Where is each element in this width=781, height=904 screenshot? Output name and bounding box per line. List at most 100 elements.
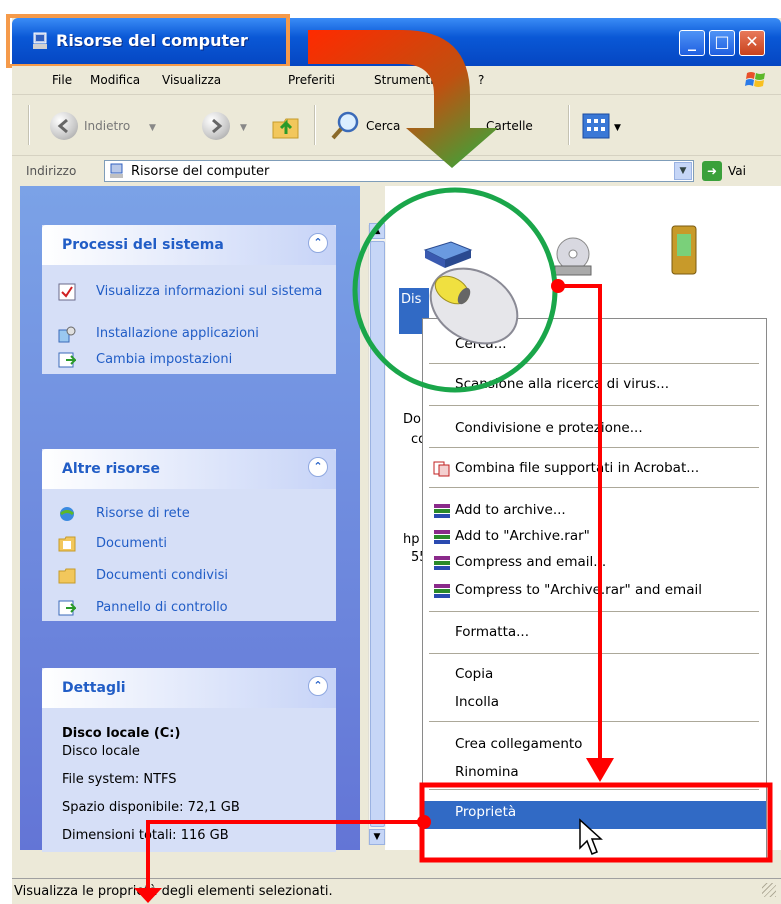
menu-separator	[429, 653, 759, 654]
control-panel-icon	[58, 352, 76, 368]
scroll-up-icon[interactable]: ▲	[369, 223, 385, 239]
details-box: Dettagli ⌃ Disco locale (C:) Disco local…	[42, 668, 336, 852]
ctx-compress-rar-email[interactable]: Compress to "Archive.rar" and email	[423, 579, 766, 603]
details-header[interactable]: Dettagli ⌃	[42, 668, 336, 708]
context-menu: Cerca... Scansione alla ricerca di virus…	[422, 318, 767, 860]
winrar-icon	[434, 530, 450, 544]
scroll-down-icon[interactable]: ▼	[369, 829, 385, 845]
details-title: Dettagli	[62, 680, 126, 696]
ctx-create-shortcut[interactable]: Crea collegamento	[423, 733, 766, 757]
menu-help[interactable]: ?	[478, 73, 484, 87]
computer-small-icon	[110, 163, 123, 178]
collapse-chevron-icon[interactable]: ⌃	[308, 233, 328, 253]
system-tasks-title: Processi del sistema	[62, 237, 224, 253]
menu-separator	[429, 721, 759, 722]
ctx-copy[interactable]: Copia	[423, 663, 766, 687]
address-dropdown-icon[interactable]: ▼	[674, 162, 692, 180]
cursor-arrow-icon	[579, 818, 603, 855]
back-button-label[interactable]: Indietro	[84, 119, 130, 133]
menu-visualizza[interactable]: Visualizza	[162, 73, 221, 87]
windows-logo-icon	[745, 72, 765, 87]
minimize-button[interactable]: _	[679, 30, 705, 56]
details-filesystem: File system: NTFS	[62, 772, 177, 787]
network-icon	[60, 507, 74, 521]
details-free-space: Spazio disponibile: 72,1 GB	[62, 800, 240, 815]
ctx-paste[interactable]: Incolla	[423, 691, 766, 715]
mouse-icon	[429, 267, 519, 345]
menu-bar: File Modifica Visualizza Preferiti Strum…	[12, 66, 781, 95]
resize-grip-icon[interactable]	[762, 883, 776, 897]
cd-drive-icon[interactable]	[551, 234, 595, 278]
title-highlight-box	[6, 14, 290, 68]
task-pane: Processi del sistema ⌃ Visualizza inform…	[20, 186, 360, 852]
search-button-label[interactable]: Cerca	[366, 119, 400, 133]
other-places-box: Altre risorse ⌃ Risorse di rete Document…	[42, 449, 336, 621]
address-value: Risorse del computer	[131, 164, 270, 179]
status-bar: Visualizza le proprietà degli elementi s…	[12, 878, 781, 904]
scrollbar-thumb[interactable]	[370, 241, 385, 827]
selected-item-label: Dis	[401, 292, 422, 307]
menu-strumenti[interactable]: Strumenti	[374, 73, 434, 87]
views-icon[interactable]	[582, 113, 610, 139]
address-label: Indirizzo	[26, 164, 77, 178]
go-button-label[interactable]: Vai	[728, 164, 746, 178]
acrobat-icon	[433, 461, 450, 477]
forward-dropdown-icon[interactable]: ▼	[240, 123, 247, 133]
control-panel-icon	[58, 600, 76, 616]
back-icon[interactable]	[50, 112, 78, 140]
forward-icon[interactable]	[202, 112, 230, 140]
toolbar-separator	[314, 105, 316, 145]
vertical-scrollbar[interactable]: ▲ ▼	[368, 223, 386, 845]
content-partial-label-3: hp	[403, 532, 420, 547]
up-folder-icon[interactable]	[270, 110, 302, 142]
ctx-add-archive-rar[interactable]: Add to "Archive.rar"	[423, 525, 766, 549]
winrar-icon	[434, 584, 450, 598]
mobile-device-icon[interactable]	[669, 222, 699, 278]
go-arrow-icon[interactable]: ➜	[702, 161, 722, 181]
system-info-icon	[58, 283, 76, 301]
toolbar-grip	[28, 105, 30, 145]
details-item-name: Disco locale (C:)	[62, 726, 181, 741]
details-total-size: Dimensioni totali: 116 GB	[62, 828, 229, 843]
collapse-chevron-icon[interactable]: ⌃	[308, 676, 328, 696]
winrar-icon	[434, 556, 450, 570]
winrar-icon	[434, 504, 450, 518]
ctx-acrobat-combine[interactable]: Combina file supportati in Acrobat...	[423, 457, 766, 481]
address-bar: Indirizzo Risorse del computer ▼ ➜ Vai	[12, 156, 781, 186]
documents-folder-icon	[58, 536, 76, 552]
ctx-add-archive[interactable]: Add to archive...	[423, 499, 766, 523]
menu-separator	[429, 487, 759, 488]
status-text: Visualizza le proprietà degli elementi s…	[14, 884, 333, 899]
system-tasks-box: Processi del sistema ⌃ Visualizza inform…	[42, 225, 336, 374]
shared-folder-icon	[58, 568, 76, 584]
menu-preferiti[interactable]: Preferiti	[288, 73, 335, 87]
back-dropdown-icon[interactable]: ▼	[149, 123, 156, 133]
ctx-rename[interactable]: Rinomina	[423, 761, 766, 785]
ctx-format[interactable]: Formatta...	[423, 621, 766, 645]
menu-separator	[429, 363, 759, 364]
menu-separator	[429, 405, 759, 406]
install-programs-icon	[58, 326, 76, 343]
ctx-sharing-security[interactable]: Condivisione e protezione...	[423, 417, 766, 441]
content-partial-label-1: Do	[403, 412, 421, 427]
toolbar-separator-2	[568, 105, 570, 145]
details-item-type: Disco locale	[62, 744, 140, 759]
folders-button-label[interactable]: Cartelle	[486, 119, 533, 133]
system-tasks-header[interactable]: Processi del sistema ⌃	[42, 225, 336, 265]
toolbar: Indietro ▼ ▼ Cerca Cartelle ▼	[12, 95, 781, 156]
menu-separator	[429, 447, 759, 448]
menu-file[interactable]: File	[52, 73, 72, 87]
menu-separator	[429, 789, 759, 790]
other-places-header[interactable]: Altre risorse ⌃	[42, 449, 336, 489]
views-dropdown-icon[interactable]: ▼	[614, 123, 621, 133]
maximize-button[interactable]: □	[709, 30, 735, 56]
collapse-chevron-icon[interactable]: ⌃	[308, 457, 328, 477]
menu-separator	[429, 611, 759, 612]
search-icon[interactable]	[330, 110, 362, 142]
address-field[interactable]: Risorse del computer ▼	[104, 160, 694, 182]
other-places-title: Altre risorse	[62, 461, 160, 477]
ctx-virus-scan[interactable]: Scansione alla ricerca di virus...	[423, 373, 766, 397]
close-button[interactable]: ✕	[739, 30, 765, 56]
ctx-compress-email[interactable]: Compress and email...	[423, 551, 766, 575]
menu-modifica[interactable]: Modifica	[90, 73, 140, 87]
